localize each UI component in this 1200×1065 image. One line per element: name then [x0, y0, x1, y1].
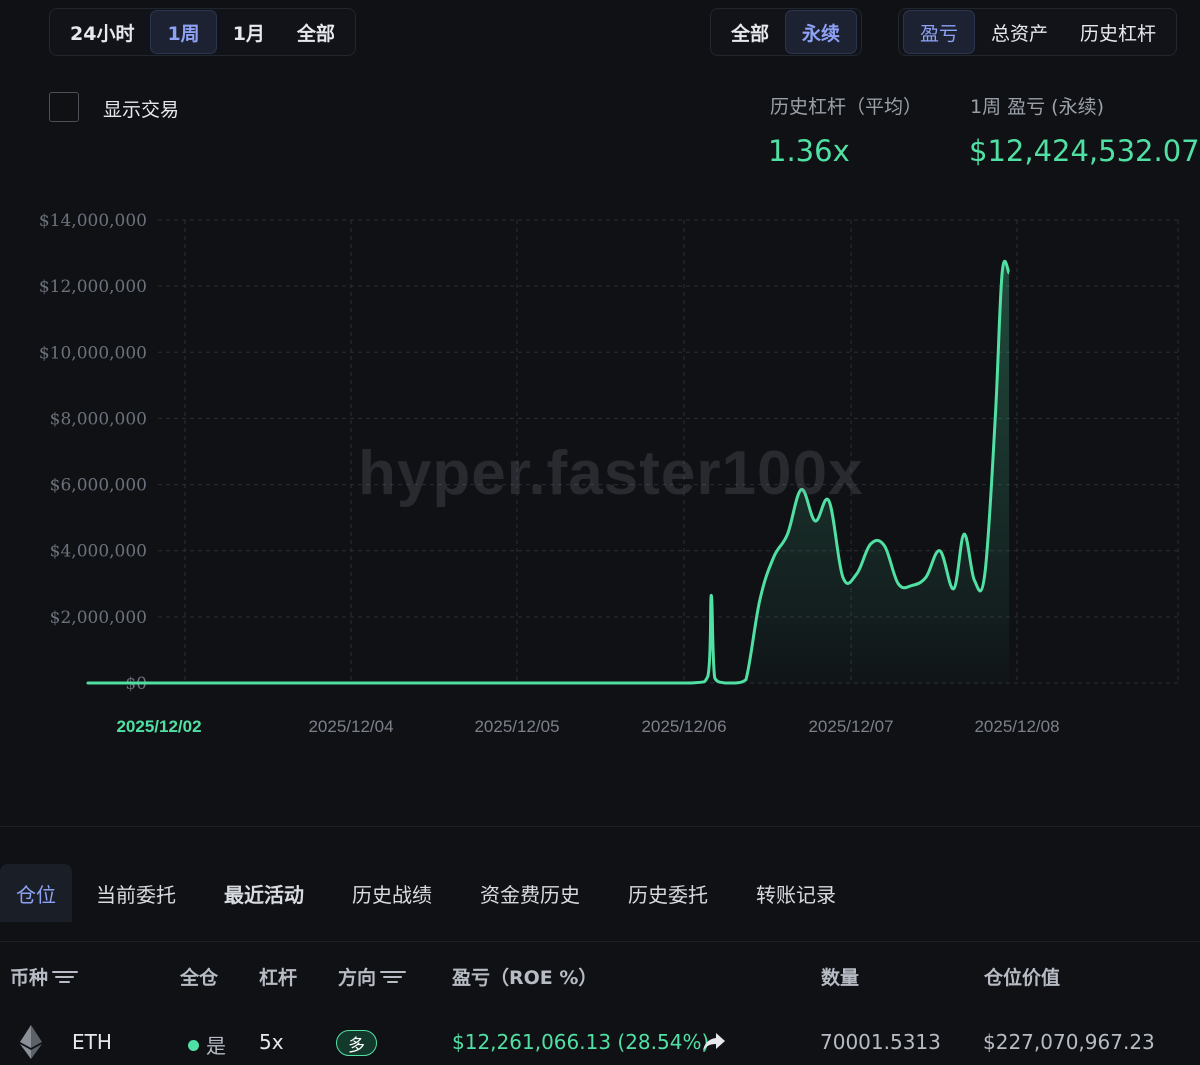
- show-trades-checkbox[interactable]: [49, 92, 79, 122]
- filter-icon[interactable]: [52, 968, 79, 986]
- metric-tab-pnl[interactable]: 盈亏: [903, 10, 976, 54]
- range-tab-24h[interactable]: 24小时: [54, 10, 150, 54]
- side-badge: 多: [336, 1030, 377, 1056]
- x-tick-label: 2025/12/08: [974, 717, 1059, 736]
- section-divider: [0, 826, 1200, 827]
- x-tick-label: 2025/12/07: [808, 717, 893, 736]
- pnl-period-value: $12,424,532.07: [969, 134, 1200, 168]
- filter-icon[interactable]: [380, 968, 407, 986]
- share-icon[interactable]: [702, 1031, 726, 1053]
- x-tick-label: 2025/12/02: [116, 717, 201, 736]
- y-tick-label: $10,000,000: [39, 343, 147, 363]
- tab-order-history[interactable]: 历史委托: [604, 864, 732, 922]
- cell-value: $227,070,967.23: [983, 1030, 1155, 1054]
- positions-tab-bar: 仓位 当前委托 最近活动 历史战绩 资金费历史 历史委托 转账记录: [0, 864, 860, 922]
- time-range-selector: 24小时 1周 1月 全部: [49, 8, 356, 56]
- range-tab-all[interactable]: 全部: [281, 10, 351, 54]
- column-header-value: 仓位价值: [984, 967, 1061, 989]
- market-type-selector: 全部 永续: [710, 8, 863, 56]
- y-tick-label: $6,000,000: [50, 476, 147, 496]
- x-tick-label: 2025/12/06: [641, 717, 726, 736]
- cell-pnl: $12,261,066.13 (28.54%): [452, 1030, 710, 1054]
- table-divider: [0, 941, 1200, 942]
- avg-leverage-value: 1.36x: [768, 134, 850, 168]
- watermark: hyper.faster100x: [358, 439, 864, 508]
- metric-tab-equity[interactable]: 总资产: [975, 10, 1064, 54]
- y-tick-label: $4,000,000: [50, 542, 147, 562]
- tab-funding-history[interactable]: 资金费历史: [456, 864, 604, 922]
- pnl-period-label: 1周 盈亏 (永续): [970, 96, 1104, 118]
- metric-tab-leverage[interactable]: 历史杠杆: [1064, 10, 1172, 54]
- column-header-cross: 全仓: [180, 967, 219, 989]
- tab-positions[interactable]: 仓位: [0, 864, 72, 922]
- tab-trade-history[interactable]: 历史战绩: [328, 864, 456, 922]
- metric-selector: 盈亏 总资产 历史杠杆: [898, 8, 1178, 56]
- cell-leverage: 5x: [259, 1030, 284, 1054]
- column-header-size: 数量: [821, 967, 860, 989]
- cell-cross-label: 是: [206, 1034, 226, 1058]
- y-tick-label: $8,000,000: [50, 409, 147, 429]
- tab-transfers[interactable]: 转账记录: [732, 864, 860, 922]
- column-header-side-label: 方向: [338, 967, 377, 989]
- column-header-side[interactable]: 方向: [338, 963, 407, 990]
- cell-coin[interactable]: ETH: [72, 1030, 112, 1054]
- cell-cross: 是: [188, 1030, 226, 1059]
- x-tick-label: 2025/12/04: [308, 717, 393, 736]
- market-tab-perp[interactable]: 永续: [785, 10, 858, 54]
- tab-recent-activity[interactable]: 最近活动: [200, 864, 328, 922]
- x-tick-label: 2025/12/05: [474, 717, 559, 736]
- range-tab-1m[interactable]: 1月: [217, 10, 281, 54]
- y-tick-label: $14,000,000: [39, 211, 147, 231]
- cell-size: 70001.5313: [820, 1030, 941, 1054]
- tab-open-orders[interactable]: 当前委托: [72, 864, 200, 922]
- range-tab-1w[interactable]: 1周: [150, 10, 217, 54]
- avg-leverage-label: 历史杠杆（平均）: [770, 96, 923, 118]
- status-dot-icon: [188, 1040, 199, 1051]
- column-header-coin-label: 币种: [10, 967, 49, 989]
- show-trades-label: 显示交易: [103, 99, 180, 121]
- column-header-coin[interactable]: 币种: [10, 963, 79, 990]
- column-header-leverage: 杠杆: [259, 967, 298, 989]
- eth-icon: [20, 1025, 42, 1059]
- column-header-pnl: 盈亏（ROE %）: [452, 967, 598, 989]
- y-tick-label: $12,000,000: [39, 277, 147, 297]
- market-tab-all[interactable]: 全部: [715, 10, 785, 54]
- y-tick-label: $2,000,000: [50, 608, 147, 628]
